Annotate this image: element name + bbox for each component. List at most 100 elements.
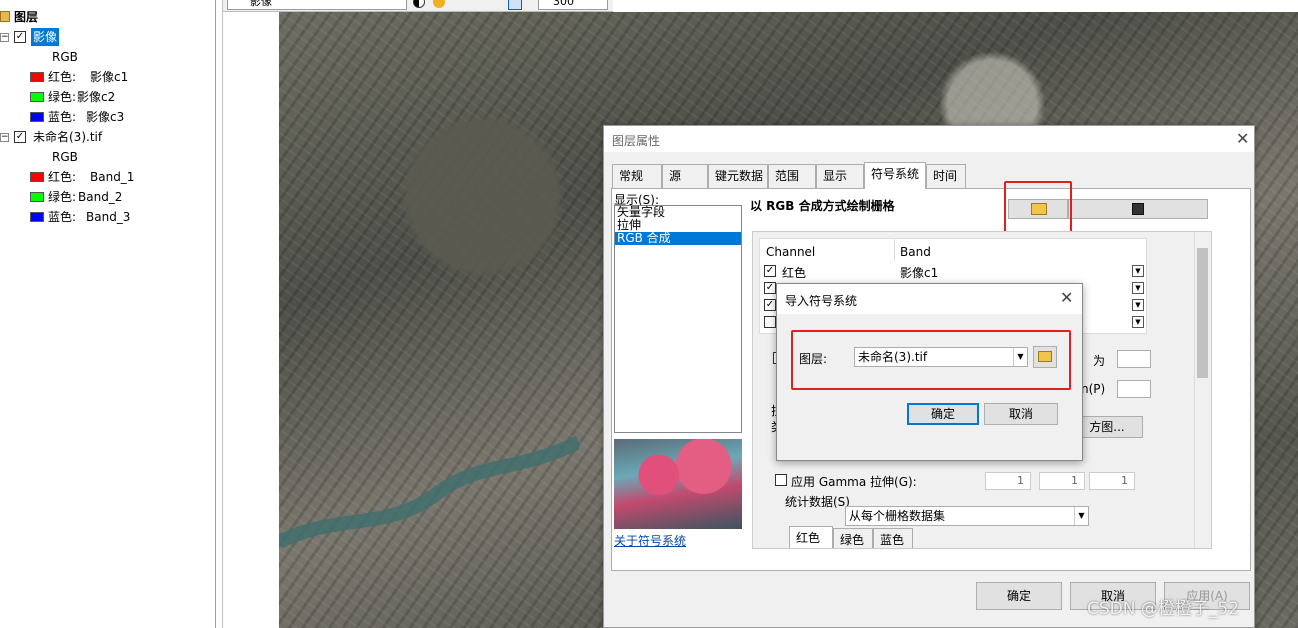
splitter-area	[217, 0, 279, 628]
render-heading: 以 RGB 合成方式绘制栅格	[750, 199, 895, 213]
dialog-titlebar: 图层属性 ✕	[604, 126, 1254, 152]
toc-root-label: 图层	[14, 10, 39, 24]
column-header-band: Band	[900, 245, 931, 259]
channel-checkbox[interactable]: ✓	[764, 282, 776, 294]
gamma-green-input[interactable]: 1	[1039, 472, 1085, 490]
band-label: 蓝色:	[48, 110, 77, 124]
tab-display[interactable]: 显示	[816, 164, 864, 188]
band-label: 绿色:	[48, 190, 77, 204]
band-value: 影像c1	[90, 70, 129, 84]
about-symbology-link[interactable]: 关于符号系统	[614, 532, 686, 549]
tab-symbology[interactable]: 符号系统	[864, 162, 926, 189]
layer-name[interactable]: 未命名(3).tif	[33, 128, 102, 146]
band-tab-strip: 红色 绿色 蓝色	[789, 526, 989, 548]
save-button[interactable]	[1068, 199, 1208, 219]
band-legend-item: 红色: 影像c1	[30, 68, 210, 86]
preview-thumbnail	[614, 439, 742, 529]
vertical-scrollbar[interactable]	[1194, 232, 1210, 548]
chevron-down-icon[interactable]: ▼	[1132, 282, 1144, 294]
band-label: 绿色:	[48, 90, 77, 104]
band-legend-item: 蓝色: Band_3	[30, 208, 210, 226]
toolbar: 影像 300	[223, 0, 613, 12]
import-symbology-dialog: 导入符号系统 ✕ 图层: 未命名(3).tif ▼ 确定 取消	[776, 283, 1083, 461]
tab-key-metadata[interactable]: 键元数据	[708, 164, 768, 188]
channel-checkbox[interactable]: ✓	[764, 299, 776, 311]
layer-item-tif[interactable]: − ✓ 未命名(3).tif	[0, 128, 200, 146]
band-label: 蓝色:	[48, 210, 77, 224]
green-swatch	[30, 192, 44, 202]
tab-general[interactable]: 常规	[612, 164, 662, 188]
layer-item-image[interactable]: − ✓ 影像	[0, 28, 200, 46]
scroll-thumb[interactable]	[1197, 248, 1208, 378]
tab-red[interactable]: 红色	[789, 526, 833, 548]
band-value: Band_3	[86, 210, 131, 224]
import-cancel-button[interactable]: 取消	[984, 403, 1058, 425]
band-legend-item: 红色: Band_1	[30, 168, 210, 186]
tab-green[interactable]: 绿色	[833, 528, 873, 548]
layer-name[interactable]: 影像	[31, 28, 60, 46]
layer-visibility-checkbox[interactable]: ✓	[14, 31, 26, 43]
band-value: 影像c1	[900, 266, 939, 280]
gamma-checkbox[interactable]	[775, 474, 787, 486]
collapse-icon[interactable]: −	[0, 133, 9, 142]
gamma-label: 应用 Gamma 拉伸(G):	[791, 475, 917, 489]
band-legend-item: 绿色: Band_2	[30, 188, 210, 206]
color-picker[interactable]	[1117, 350, 1151, 368]
chevron-down-icon: ▼	[1074, 507, 1088, 525]
tab-blue[interactable]: 蓝色	[873, 528, 913, 548]
watermark: CSDN @橙橙子_52	[1087, 599, 1240, 619]
band-label: 红色:	[48, 70, 77, 84]
channel-name: 红色	[782, 266, 807, 280]
band-value: 影像c2	[77, 90, 116, 104]
band-value: Band_2	[78, 190, 123, 204]
import-titlebar: 导入符号系统 ✕	[777, 284, 1082, 314]
layer-visibility-checkbox[interactable]: ✓	[14, 131, 26, 143]
import-ok-button[interactable]: 确定	[907, 403, 979, 425]
tab-source[interactable]: 源	[662, 164, 708, 188]
color-picker[interactable]	[1117, 380, 1151, 398]
close-icon[interactable]: ✕	[1236, 131, 1249, 147]
table-row: ✓ 红色 影像c1 ▼	[760, 263, 1146, 280]
close-icon[interactable]: ✕	[1060, 290, 1073, 306]
show-list[interactable]: 矢量字段 拉伸 RGB 合成	[614, 205, 742, 433]
channel-checkbox[interactable]: ✓	[764, 265, 776, 277]
blue-swatch	[30, 212, 44, 222]
band-legend-item: 绿色: 影像c2	[30, 88, 210, 106]
table-header-divider	[894, 239, 895, 261]
band-value: 影像c3	[86, 110, 125, 124]
brightness-icon[interactable]	[433, 0, 445, 8]
river-shape	[279, 435, 579, 549]
green-swatch	[30, 92, 44, 102]
scale-combo[interactable]: 300	[538, 0, 608, 10]
render-type-label: RGB	[52, 150, 78, 164]
tab-time[interactable]: 时间	[926, 164, 966, 188]
chevron-down-icon[interactable]: ▼	[1132, 265, 1144, 277]
layer-combo-value: 影像	[250, 0, 272, 8]
red-swatch	[30, 72, 44, 82]
tab-extent[interactable]: 范围	[768, 164, 816, 188]
layers-icon	[0, 11, 10, 22]
column-header-channel: Channel	[766, 245, 816, 259]
channel-checkbox[interactable]	[764, 316, 776, 328]
table-of-contents: 图层 − ✓ 影像 RGB 红色: 影像c1 绿色: 影像c2 蓝色: 影像c3…	[0, 0, 216, 628]
contrast-icon[interactable]	[413, 0, 425, 8]
stats-label: 统计数据(S)	[785, 495, 850, 509]
blue-swatch	[30, 112, 44, 122]
stats-combo-value: 从每个栅格数据集	[849, 509, 946, 523]
import-title: 导入符号系统	[785, 294, 858, 308]
highlight-box	[791, 330, 1071, 390]
layer-combo[interactable]: 影像	[227, 0, 407, 10]
collapse-icon[interactable]: −	[0, 33, 9, 42]
swipe-icon[interactable]	[508, 0, 522, 10]
ok-button[interactable]: 确定	[976, 582, 1062, 610]
show-item-rgb[interactable]: RGB 合成	[615, 232, 741, 245]
stats-combo[interactable]: 从每个栅格数据集 ▼	[845, 506, 1089, 526]
splitter[interactable]	[222, 0, 223, 628]
render-type-label: RGB	[52, 50, 78, 64]
chevron-down-icon[interactable]: ▼	[1132, 299, 1144, 311]
nodata-suffix-label: 为	[1093, 354, 1106, 368]
gamma-red-input[interactable]: 1	[985, 472, 1031, 490]
chevron-down-icon[interactable]: ▼	[1132, 316, 1144, 328]
gamma-blue-input[interactable]: 1	[1089, 472, 1135, 490]
background-suffix-label: n(P)	[1081, 382, 1106, 396]
